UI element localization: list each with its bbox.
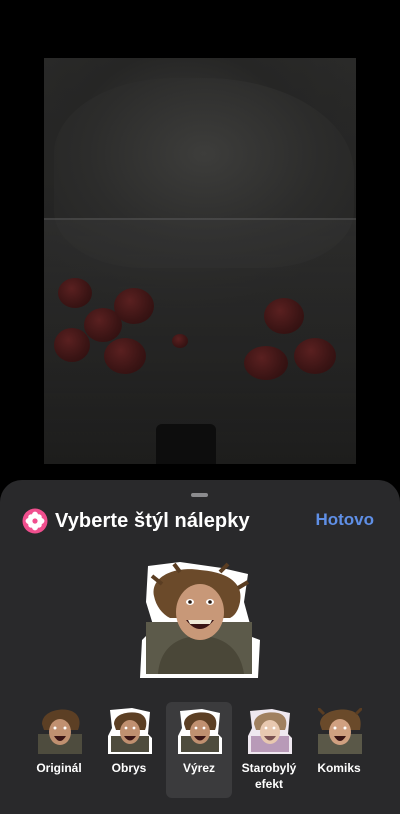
sheet-header: Vyberte štýl nálepky Hotovo <box>22 508 378 534</box>
photo-strawberry <box>294 338 336 374</box>
sticker-thumb-original <box>38 709 82 754</box>
sticker-style-list: Originál Obrys Výrez Starobylý efekt Kom… <box>26 702 374 800</box>
style-option-outline[interactable]: Obrys <box>96 702 162 798</box>
style-label: Starobylý efekt <box>241 761 297 791</box>
sheet-drag-handle[interactable] <box>191 493 208 497</box>
photo-strawberry <box>54 328 90 362</box>
photo-strawberry <box>244 346 288 380</box>
sticker-thumb-comic <box>318 708 362 754</box>
photo-strawberry <box>264 298 304 334</box>
photo-strawberry <box>114 288 154 324</box>
style-option-vintage[interactable]: Starobylý efekt <box>236 702 302 798</box>
sticker-thumb-outline <box>108 708 152 754</box>
background-photo <box>44 58 356 464</box>
style-label: Komiks <box>317 761 361 775</box>
photo-strawberry <box>104 338 146 374</box>
style-option-comic[interactable]: Komiks <box>306 702 372 798</box>
sticker-style-sheet: Vyberte štýl nálepky Hotovo Originál Obr… <box>0 480 400 814</box>
style-label: Originál <box>36 761 82 775</box>
flower-icon <box>22 508 48 534</box>
done-button[interactable]: Hotovo <box>315 510 374 530</box>
style-label: Obrys <box>111 761 147 775</box>
photo-strawberry <box>172 334 188 348</box>
photo-strawberry <box>58 278 92 308</box>
style-label: Výrez <box>182 761 216 775</box>
sticker-thumb-vintage <box>248 709 292 754</box>
sticker-preview <box>140 562 260 678</box>
photo-cup <box>156 424 216 464</box>
sticker-thumb-cutout <box>178 709 222 754</box>
style-option-original[interactable]: Originál <box>26 702 92 798</box>
sheet-title: Vyberte štýl nálepky <box>55 509 250 532</box>
style-option-cutout[interactable]: Výrez <box>166 702 232 798</box>
